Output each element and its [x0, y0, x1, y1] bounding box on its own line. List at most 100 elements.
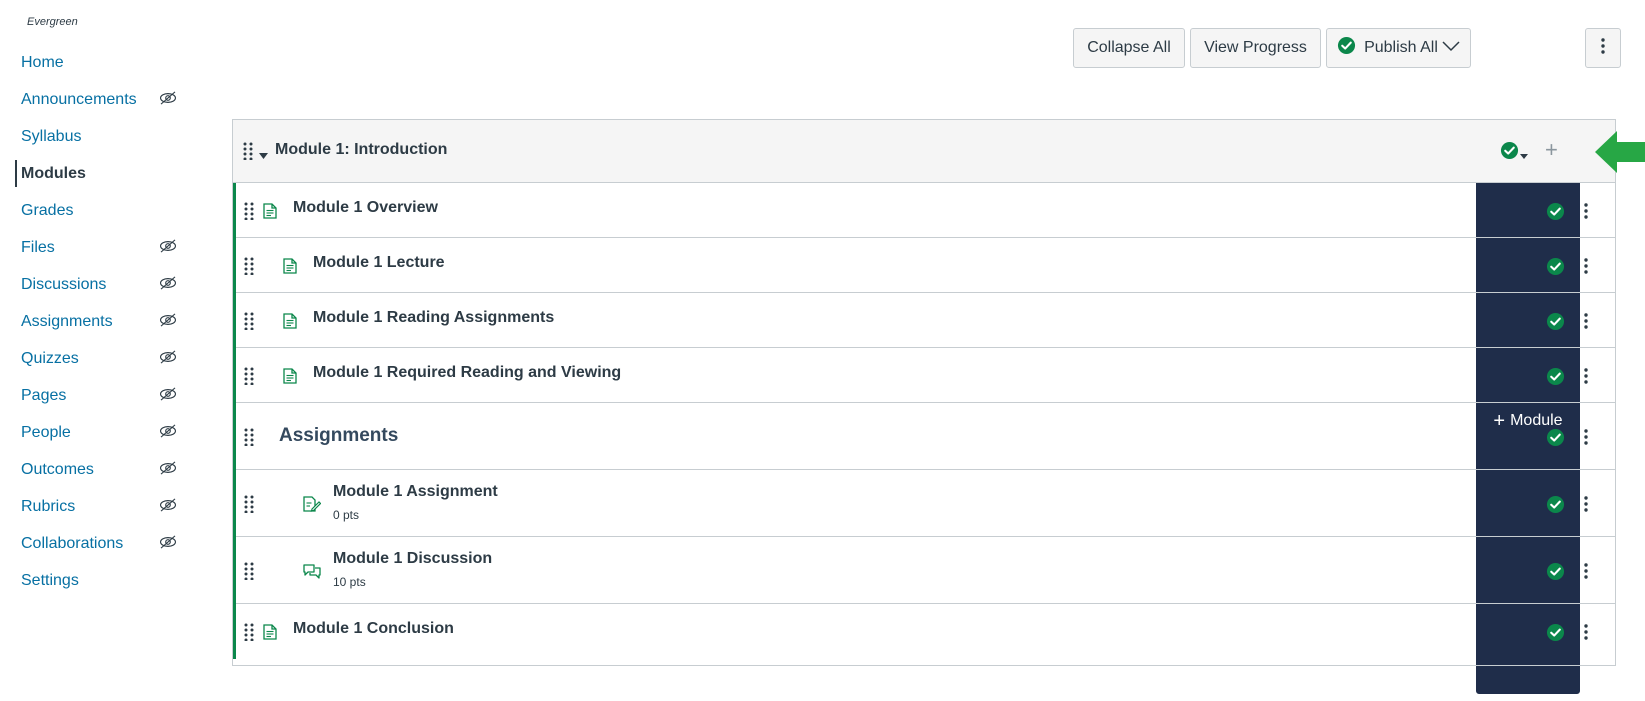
page-icon — [283, 312, 297, 334]
points-label: 10 pts — [333, 575, 366, 589]
sidebar-item-outcomes[interactable]: Outcomes — [0, 451, 190, 488]
item-options-kebab-icon[interactable] — [1584, 202, 1588, 224]
sidebar-item-label: Collaborations — [21, 534, 124, 552]
view-progress-button[interactable]: View Progress — [1190, 28, 1321, 68]
module-item[interactable]: Module 1 Conclusion — [236, 604, 1615, 659]
course-label: Evergreen — [27, 16, 78, 28]
module-item-title[interactable]: Module 1 Conclusion — [293, 620, 454, 638]
published-check-icon[interactable] — [1546, 562, 1565, 586]
published-check-icon[interactable] — [1546, 428, 1565, 452]
sidebar-item-label: People — [21, 423, 71, 441]
sidebar-item-pages[interactable]: Pages — [0, 377, 190, 414]
module-item-title[interactable]: Module 1 Reading Assignments — [313, 309, 554, 327]
sidebar-item-label: Announcements — [21, 90, 137, 108]
hidden-from-students-icon — [159, 350, 179, 366]
item-options-kebab-icon[interactable] — [1584, 623, 1588, 645]
drag-handle-icon[interactable] — [244, 257, 254, 280]
sidebar-item-syllabus[interactable]: Syllabus — [0, 118, 190, 155]
module-item[interactable]: Module 1 Assignment 0 pts — [236, 470, 1615, 537]
collapse-caret-icon[interactable] — [259, 147, 268, 165]
item-options-kebab-icon[interactable] — [1584, 495, 1588, 517]
module-item-title[interactable]: Module 1 Overview — [293, 199, 438, 217]
points-label: 0 pts — [333, 508, 360, 522]
modules-toolbar: Collapse All View Progress Publish All +… — [0, 28, 1645, 694]
discussion-icon — [303, 563, 321, 584]
sidebar-item-label: Settings — [21, 571, 79, 589]
hidden-from-students-icon — [159, 313, 179, 329]
module-item[interactable]: Module 1 Required Reading and Viewing — [236, 348, 1615, 403]
sidebar-item-discussions[interactable]: Discussions — [0, 266, 190, 303]
course-navigation: Home Announcements Syllabus Modules Grades Fi… — [0, 44, 190, 599]
module-item[interactable]: Module 1 Overview — [236, 183, 1615, 238]
hidden-from-students-icon — [159, 424, 179, 440]
module-item[interactable]: Module 1 Reading Assignments — [236, 293, 1615, 348]
sidebar-item-settings[interactable]: Settings — [0, 562, 190, 599]
drag-handle-icon[interactable] — [243, 142, 253, 165]
sidebar-item-people[interactable]: People — [0, 414, 190, 451]
publish-all-button[interactable]: Publish All — [1326, 28, 1471, 68]
sidebar-item-collaborations[interactable]: Collaborations — [0, 525, 190, 562]
published-check-icon[interactable] — [1546, 202, 1565, 226]
published-check-icon[interactable] — [1546, 495, 1565, 519]
item-options-kebab-icon[interactable] — [1584, 367, 1588, 389]
sidebar-item-grades[interactable]: Grades — [0, 192, 190, 229]
module-item-title[interactable]: Module 1 Discussion — [333, 550, 492, 568]
collapse-all-button[interactable]: Collapse All — [1073, 28, 1185, 68]
sidebar-item-label: Modules — [21, 164, 86, 182]
module-item-title[interactable]: Module 1 Lecture — [313, 254, 445, 272]
item-options-kebab-icon[interactable] — [1584, 428, 1588, 450]
hidden-from-students-icon — [159, 535, 179, 551]
sidebar-item-announcements[interactable]: Announcements — [0, 81, 190, 118]
hidden-from-students-icon — [159, 91, 179, 107]
module-header[interactable]: Module 1: Introduction + — [233, 120, 1615, 183]
publish-options-caret-icon[interactable] — [1520, 147, 1528, 165]
page-icon — [263, 202, 277, 224]
published-check-icon[interactable] — [1546, 312, 1565, 336]
sidebar-item-label: Discussions — [21, 275, 107, 293]
hidden-from-students-icon — [159, 387, 179, 403]
published-check-icon[interactable] — [1546, 623, 1565, 647]
sidebar-item-assignments[interactable]: Assignments — [0, 303, 190, 340]
sidebar-item-label: Pages — [21, 386, 67, 404]
item-options-kebab-icon[interactable] — [1584, 257, 1588, 279]
module-item[interactable]: Module 1 Discussion 10 pts — [236, 537, 1615, 604]
drag-handle-icon[interactable] — [244, 562, 254, 585]
module-subheader[interactable]: Assignments — [236, 403, 1615, 470]
sidebar-item-label: Assignments — [21, 312, 113, 330]
chevron-down-icon — [1442, 39, 1460, 57]
sidebar-item-label: Grades — [21, 201, 74, 219]
module-item[interactable]: Module 1 Lecture — [236, 238, 1615, 293]
drag-handle-icon[interactable] — [244, 428, 254, 451]
sidebar-item-quizzes[interactable]: Quizzes — [0, 340, 190, 377]
sidebar-item-files[interactable]: Files — [0, 229, 190, 266]
drag-handle-icon[interactable] — [244, 495, 254, 518]
kebab-icon — [1601, 37, 1605, 59]
hidden-from-students-icon — [159, 461, 179, 477]
item-options-kebab-icon[interactable] — [1584, 312, 1588, 334]
published-check-icon — [1337, 36, 1356, 60]
drag-handle-icon[interactable] — [244, 202, 254, 225]
module-published-icon[interactable] — [1500, 141, 1519, 165]
hidden-from-students-icon — [159, 498, 179, 514]
drag-handle-icon[interactable] — [244, 367, 254, 390]
assignment-icon — [303, 495, 322, 517]
sidebar-item-label: Outcomes — [21, 460, 94, 478]
module-item-title[interactable]: Assignments — [279, 425, 398, 447]
sidebar-item-modules[interactable]: Modules — [0, 155, 190, 192]
sidebar-item-label: Syllabus — [21, 127, 82, 145]
publish-all-label: Publish All — [1364, 39, 1438, 56]
drag-handle-icon[interactable] — [244, 623, 254, 646]
module-item-title[interactable]: Module 1 Assignment — [333, 483, 498, 501]
item-options-kebab-icon[interactable] — [1584, 562, 1588, 584]
more-options-button[interactable] — [1585, 28, 1621, 68]
published-check-icon[interactable] — [1546, 367, 1565, 391]
sidebar-item-rubrics[interactable]: Rubrics — [0, 488, 190, 525]
drag-handle-icon[interactable] — [244, 312, 254, 335]
green-arrow-annotation-icon — [1595, 131, 1645, 178]
published-check-icon[interactable] — [1546, 257, 1565, 281]
sidebar-item-label: Files — [21, 238, 55, 256]
module-panel: Module 1: Introduction + Module 1 Overvi… — [232, 119, 1616, 666]
module-item-title[interactable]: Module 1 Required Reading and Viewing — [313, 364, 621, 382]
add-item-plus-icon[interactable]: + — [1545, 139, 1558, 161]
page-icon — [283, 367, 297, 389]
